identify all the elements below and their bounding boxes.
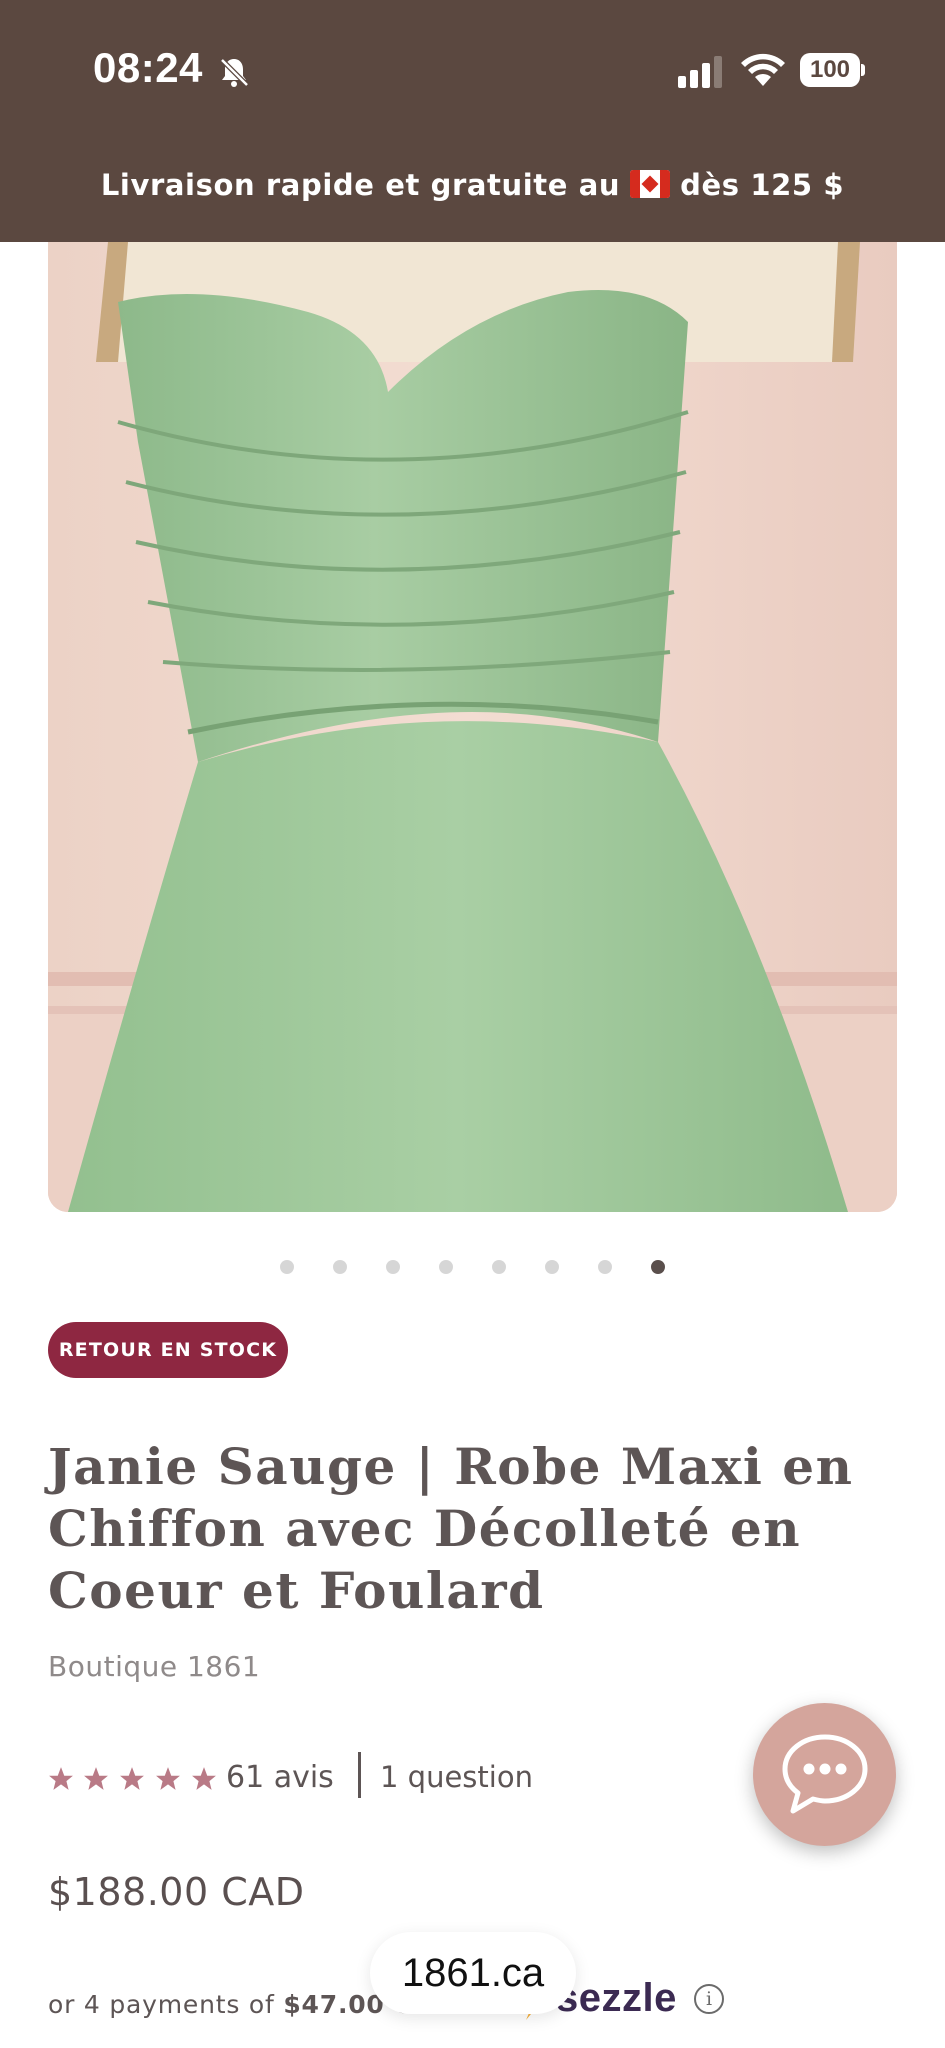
canada-flag-icon bbox=[630, 170, 671, 198]
star-icon bbox=[156, 1767, 180, 1790]
star-icon bbox=[120, 1767, 144, 1790]
star-icon bbox=[192, 1767, 216, 1790]
carousel-dot[interactable] bbox=[492, 1260, 506, 1274]
carousel-dot[interactable] bbox=[439, 1260, 453, 1274]
browser-url-pill[interactable]: 1861.ca bbox=[370, 1932, 576, 2014]
announcement-prefix: Livraison rapide et gratuite au bbox=[100, 168, 621, 202]
rating-divider bbox=[358, 1752, 361, 1798]
carousel-dot[interactable] bbox=[598, 1260, 612, 1274]
battery-tip bbox=[861, 64, 865, 76]
status-badge: RETOUR EN STOCK bbox=[48, 1322, 288, 1378]
image-carousel-dots bbox=[0, 1260, 945, 1274]
chat-button[interactable] bbox=[753, 1703, 896, 1846]
chat-bubble-icon bbox=[782, 1734, 868, 1814]
bell-slash-icon bbox=[220, 58, 249, 87]
product-price: $188.00 CAD bbox=[48, 1870, 305, 1914]
announcement-suffix: dès 125 $ bbox=[680, 168, 845, 202]
star-icon bbox=[84, 1767, 108, 1790]
product-title: Janie Sauge | Robe Maxi en Chiffon avec … bbox=[48, 1437, 854, 1620]
rating-row[interactable]: 61 avis 1 question bbox=[48, 1752, 608, 1802]
carousel-dot-active[interactable] bbox=[651, 1260, 665, 1274]
status-bar: 08:24 100 bbox=[0, 0, 945, 140]
product-image[interactable] bbox=[48, 242, 897, 1212]
product-vendor[interactable]: Boutique 1861 bbox=[48, 1650, 260, 1683]
dress-photo bbox=[48, 242, 897, 1212]
battery-icon: 100 bbox=[800, 53, 866, 87]
info-icon[interactable]: i bbox=[694, 1984, 724, 2014]
battery-level: 100 bbox=[800, 53, 860, 87]
reviews-link[interactable]: 61 avis bbox=[226, 1760, 334, 1795]
shipping-announcement[interactable]: Livraison rapide et gratuite au dès 125 $ bbox=[0, 168, 945, 202]
carousel-dot[interactable] bbox=[333, 1260, 347, 1274]
installment-prefix: or 4 payments of bbox=[48, 1990, 275, 2019]
installment-amount: $47.00 bbox=[283, 1990, 385, 2019]
wifi-icon bbox=[741, 53, 785, 86]
carousel-dot[interactable] bbox=[386, 1260, 400, 1274]
top-header: 08:24 100 Livraison rapide et gratuite a… bbox=[0, 0, 945, 242]
status-time: 08:24 bbox=[93, 44, 203, 91]
carousel-dot[interactable] bbox=[545, 1260, 559, 1274]
questions-link[interactable]: 1 question bbox=[380, 1760, 533, 1794]
star-icon bbox=[49, 1767, 73, 1790]
cellular-signal-icon bbox=[678, 56, 722, 88]
carousel-dot[interactable] bbox=[280, 1260, 294, 1274]
